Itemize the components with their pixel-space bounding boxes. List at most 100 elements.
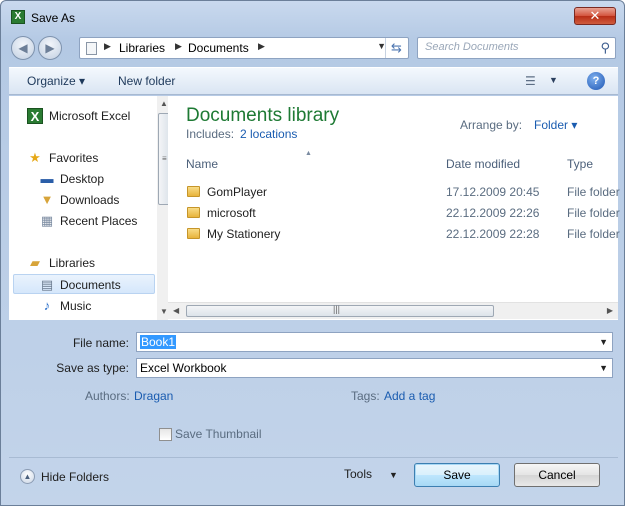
authors-label: Authors: [85, 389, 130, 403]
forward-button[interactable]: ▶ [38, 36, 62, 60]
organize-button[interactable]: Organize ▾ [27, 74, 85, 88]
scroll-left-icon[interactable]: ◀ [173, 306, 179, 315]
organize-label: Organize [27, 74, 76, 88]
window-title: Save As [31, 11, 76, 25]
tags-label: Tags: [351, 389, 380, 403]
arrange-by-label: Arrange by: [460, 118, 523, 132]
column-header-type[interactable]: Type [567, 157, 593, 171]
arrange-by-value: Folder [534, 118, 569, 132]
column-header-name[interactable]: Name [186, 157, 218, 171]
chevron-right-icon[interactable]: ▶ [104, 41, 111, 52]
column-header-date[interactable]: Date modified [446, 157, 520, 171]
breadcrumb-libraries[interactable]: Libraries [119, 41, 165, 55]
cancel-button[interactable]: Cancel [514, 463, 600, 487]
arrange-by-dropdown[interactable]: Folder ▾ [534, 118, 577, 132]
views-dropdown-icon[interactable]: ▼ [549, 75, 558, 85]
documents-icon: ▤ [40, 277, 54, 292]
downloads-icon: ▼ [40, 192, 54, 207]
close-button[interactable]: ✕ [574, 7, 616, 25]
file-date: 22.12.2009 22:28 [446, 227, 540, 241]
folder-icon [187, 207, 200, 218]
nav-item-label: Libraries [49, 256, 96, 270]
locations-link[interactable]: 2 locations [240, 127, 297, 141]
file-row[interactable]: microsoft 22.12.2009 22:26 File folder [168, 203, 620, 223]
hide-folders-button[interactable]: Hide Folders [41, 470, 109, 484]
file-name: GomPlayer [207, 185, 268, 199]
recent-places-icon: ▦ [40, 213, 54, 228]
nav-item-label: Documents [60, 278, 121, 292]
back-button[interactable]: ◀ [11, 36, 35, 60]
nav-item-label: Desktop [60, 172, 105, 186]
footer-divider [9, 457, 618, 458]
chevron-down-icon[interactable]: ▼ [599, 363, 608, 373]
desktop-icon: ▬ [40, 171, 54, 186]
save-as-type-label: Save as type: [56, 361, 129, 375]
library-crumb-icon [86, 42, 97, 55]
excel-icon: X [27, 108, 43, 124]
chevron-down-icon[interactable]: ▼ [599, 337, 608, 347]
chevron-right-icon[interactable]: ▶ [258, 41, 265, 52]
nav-item-downloads[interactable]: ▼ Downloads [13, 190, 155, 210]
file-row[interactable]: GomPlayer 17.12.2009 20:45 File folder [168, 182, 620, 202]
nav-item-microsoft-excel[interactable]: X Microsoft Excel [13, 106, 155, 126]
search-placeholder: Search Documents [425, 41, 519, 53]
scroll-up-icon[interactable]: ▲ [160, 99, 168, 108]
nav-item-recent-places[interactable]: ▦ Recent Places [13, 211, 155, 231]
search-input[interactable]: Search Documents ⚲ [417, 37, 616, 59]
save-thumbnail-checkbox[interactable] [159, 428, 172, 441]
save-as-type-select[interactable]: Excel Workbook ▼ [136, 358, 613, 378]
help-icon[interactable]: ? [587, 72, 605, 90]
tags-value[interactable]: Add a tag [384, 389, 435, 403]
file-name: My Stationery [207, 227, 281, 241]
grip-icon: ≡ [162, 154, 167, 163]
scroll-thumb[interactable]: ||| [186, 304, 494, 317]
file-name-input[interactable]: Book1 ▼ [136, 332, 613, 352]
chevron-right-icon[interactable]: ▶ [175, 41, 182, 52]
file-horizontal-scrollbar[interactable]: ◀ ||| ▶ [168, 302, 618, 319]
save-thumbnail-label[interactable]: Save Thumbnail [175, 427, 262, 441]
refresh-icon[interactable]: ⇆ [385, 38, 407, 58]
nav-item-music[interactable]: ♪ Music [13, 296, 155, 316]
nav-item-libraries[interactable]: ▰ Libraries [13, 253, 155, 273]
scroll-right-icon[interactable]: ▶ [607, 306, 613, 315]
navigation-pane: X Microsoft Excel ★ Favorites ▬ Desktop … [9, 96, 171, 320]
file-type: File folder [567, 227, 620, 241]
nav-item-label: Microsoft Excel [49, 109, 131, 123]
library-title: Documents library [186, 105, 340, 126]
search-icon[interactable]: ⚲ [600, 40, 610, 56]
nav-item-favorites[interactable]: ★ Favorites [13, 148, 155, 168]
nav-item-desktop[interactable]: ▬ Desktop [13, 169, 155, 189]
sort-ascending-icon: ▲ [305, 150, 312, 157]
file-type: File folder [567, 206, 620, 220]
authors-value[interactable]: Dragan [134, 389, 173, 403]
nav-item-documents[interactable]: ▤ Documents [13, 274, 155, 294]
title-bar: X Save As ✕ [1, 1, 624, 33]
tools-button[interactable]: Tools [344, 467, 372, 481]
new-folder-button[interactable]: New folder [118, 74, 175, 88]
address-bar[interactable]: ▶ Libraries ▶ Documents ▶ ▼ [79, 37, 409, 59]
file-name: microsoft [207, 206, 256, 220]
file-date: 17.12.2009 20:45 [446, 185, 540, 199]
nav-item-label: Music [60, 299, 92, 313]
save-as-type-value: Excel Workbook [140, 361, 227, 375]
file-row[interactable]: My Stationery 22.12.2009 22:28 File fold… [168, 224, 620, 244]
file-type: File folder [567, 185, 620, 199]
includes-label: Includes: [186, 127, 235, 141]
libraries-icon: ▰ [30, 255, 40, 270]
save-button[interactable]: Save [414, 463, 500, 487]
scroll-down-icon[interactable]: ▼ [160, 307, 168, 316]
views-icon[interactable]: ☰ [525, 74, 536, 88]
tools-dropdown-icon[interactable]: ▼ [389, 470, 398, 480]
nav-item-label: Favorites [49, 151, 99, 165]
file-name-label: File name: [72, 336, 129, 350]
excel-app-icon: X [11, 10, 25, 24]
folder-icon [187, 186, 200, 197]
breadcrumb-documents[interactable]: Documents [188, 41, 249, 55]
star-icon: ★ [29, 150, 41, 165]
file-date: 22.12.2009 22:26 [446, 206, 540, 220]
music-icon: ♪ [43, 298, 51, 313]
chevron-up-icon[interactable]: ▲ [20, 469, 35, 484]
folder-icon [187, 228, 200, 239]
grip-icon: ||| [333, 304, 341, 314]
nav-item-label: Downloads [60, 193, 120, 207]
